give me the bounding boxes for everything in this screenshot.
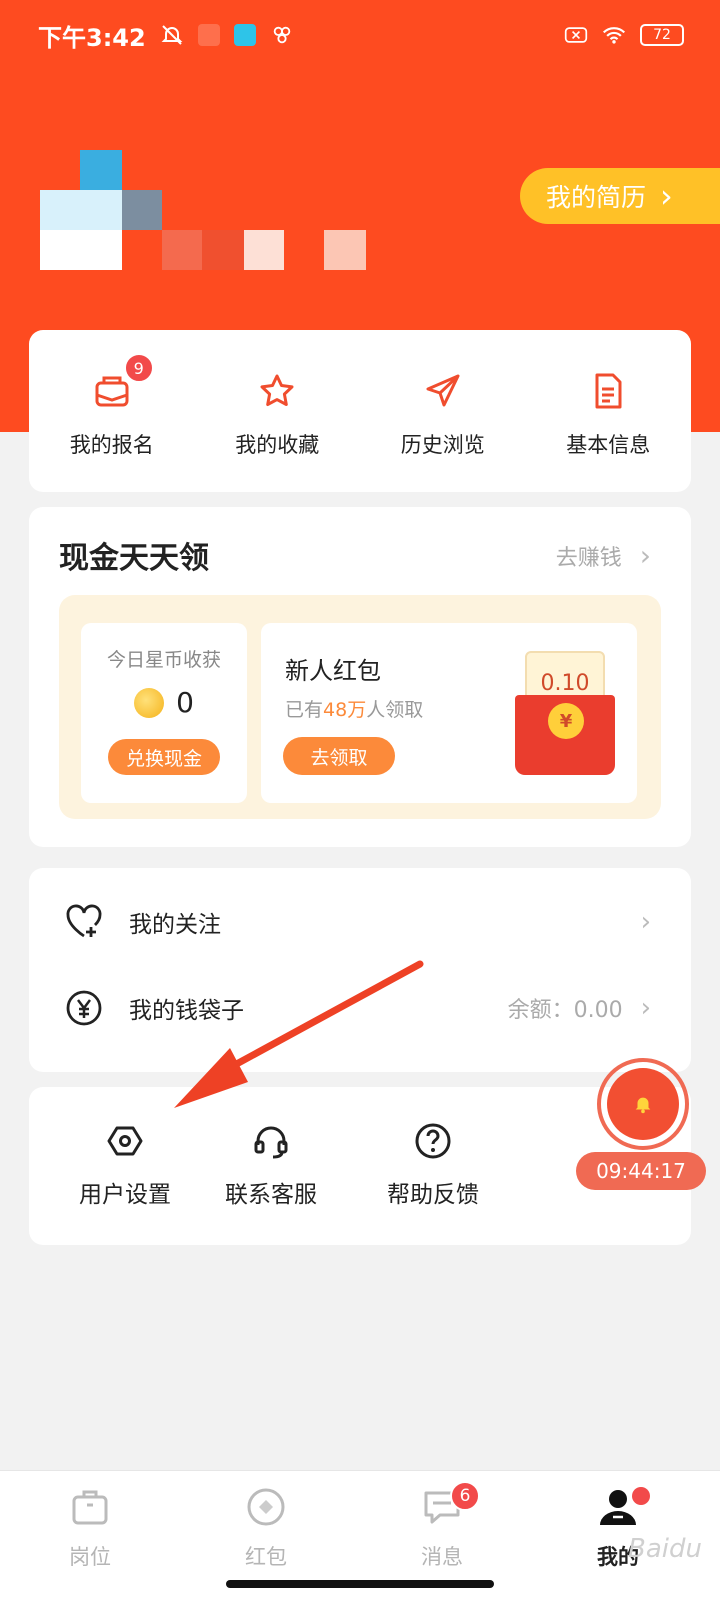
bell-icon	[635, 1097, 651, 1114]
quick-action-label: 我的收藏	[235, 433, 320, 457]
countdown-timer: 09:44:17	[576, 1152, 706, 1190]
tool-contact-support[interactable]: 联系客服	[201, 1121, 341, 1209]
list-item-my-follows[interactable]: 我的关注 ›	[63, 892, 651, 952]
annotation-arrow-icon	[174, 960, 424, 1108]
redpack-subtitle: 已有48万人领取	[285, 699, 424, 721]
envelope-icon	[95, 376, 129, 407]
app-notification-icon	[197, 24, 220, 46]
exchange-cash-button[interactable]: 兑换现金	[108, 739, 220, 775]
paper-plane-icon	[426, 374, 460, 407]
my-resume-label: 我的简历	[546, 183, 647, 212]
tab-jobs[interactable]: 岗位	[30, 1485, 150, 1571]
chevron-right-icon: ›	[639, 539, 651, 572]
star-coins-box: 今日星币收获 0 兑换现金	[81, 623, 247, 803]
help-circle-icon	[415, 1123, 451, 1159]
chevron-right-icon: ›	[640, 993, 651, 1023]
redpack-title: 新人红包	[285, 657, 381, 685]
tool-label: 联系客服	[225, 1182, 317, 1208]
document-icon	[595, 373, 622, 409]
quick-action-label: 基本信息	[566, 433, 651, 457]
tool-help-feedback[interactable]: 帮助反馈	[363, 1121, 503, 1209]
yuan-coin-icon: ¥	[548, 703, 584, 739]
tool-label: 用户设置	[79, 1182, 171, 1208]
quick-action-history[interactable]: 历史浏览	[373, 371, 513, 459]
quick-action-my-applications[interactable]: 9 我的报名	[42, 353, 182, 459]
coin-icon	[134, 687, 165, 718]
cash-rewards-panel: 今日星币收获 0 兑换现金 新人红包 已有48万人领取 去领取 0.10 ¥	[59, 595, 661, 819]
wallet-balance: 余额：0.00	[507, 998, 623, 1023]
mute-icon	[160, 24, 184, 46]
quick-action-label: 历史浏览	[400, 433, 485, 457]
status-time: 下午3:42	[38, 23, 146, 52]
tab-label: 红包	[245, 1545, 287, 1569]
app-notification-icon	[270, 24, 294, 46]
tab-label: 消息	[421, 1545, 463, 1569]
tool-label: 帮助反馈	[387, 1182, 479, 1208]
baidu-watermark: Baidu	[628, 1534, 702, 1564]
new-user-redpack-box[interactable]: 新人红包 已有48万人领取 去领取 0.10 ¥	[261, 623, 637, 803]
chevron-right-icon: ›	[660, 177, 673, 215]
home-indicator[interactable]	[226, 1580, 494, 1588]
bottom-tab-bar: 岗位 红包 6 消息 我的 Baidu	[0, 1470, 720, 1600]
quick-action-basic-info[interactable]: 基本信息	[538, 371, 678, 459]
chevron-right-icon: ›	[640, 907, 651, 937]
earn-money-link[interactable]: 去赚钱 ›	[556, 539, 651, 572]
my-resume-button[interactable]: 我的简历 ›	[520, 168, 720, 224]
tool-user-settings[interactable]: 用户设置	[55, 1121, 195, 1209]
notification-badge: 9	[123, 353, 154, 383]
unread-dot	[632, 1487, 650, 1505]
red-envelope-icon: 0.10 ¥	[515, 651, 615, 775]
quick-action-label: 我的报名	[69, 433, 154, 457]
cash-rewards-card: 现金天天领 去赚钱 › 今日星币收获 0 兑换现金 新人红包 已有48万人领取 …	[29, 507, 691, 847]
avatar[interactable]	[40, 150, 370, 280]
sim-off-icon	[564, 24, 588, 46]
claim-redpack-button[interactable]: 去领取	[283, 737, 395, 775]
message-count-badge: 6	[450, 1481, 480, 1511]
coin-icon	[247, 1488, 285, 1526]
yuan-circle-icon	[66, 990, 102, 1026]
tab-messages[interactable]: 6 消息	[382, 1481, 502, 1571]
star-coins-value: 0	[176, 686, 194, 719]
wifi-icon	[602, 24, 626, 46]
cash-card-title: 现金天天领	[59, 541, 209, 576]
hexagon-settings-icon	[107, 1126, 143, 1156]
quick-action-my-favorites[interactable]: 我的收藏	[207, 371, 347, 459]
list-item-label: 我的关注	[129, 912, 221, 938]
tab-label: 岗位	[69, 1545, 111, 1569]
battery-icon: 72	[640, 24, 684, 46]
tab-redpack[interactable]: 红包	[206, 1485, 326, 1571]
status-bar: 下午3:42 72	[38, 18, 684, 52]
heart-plus-icon	[66, 904, 102, 938]
app-notification-icon	[233, 24, 256, 46]
headset-icon	[254, 1126, 288, 1159]
floating-reward-button[interactable]	[597, 1058, 689, 1150]
star-coins-title: 今日星币收获	[106, 649, 221, 671]
quick-actions-card: 9 我的报名 我的收藏 历史浏览 基本信息	[29, 330, 691, 492]
earn-money-label: 去赚钱	[555, 545, 622, 571]
briefcase-icon	[72, 1490, 108, 1525]
star-icon	[260, 374, 294, 406]
